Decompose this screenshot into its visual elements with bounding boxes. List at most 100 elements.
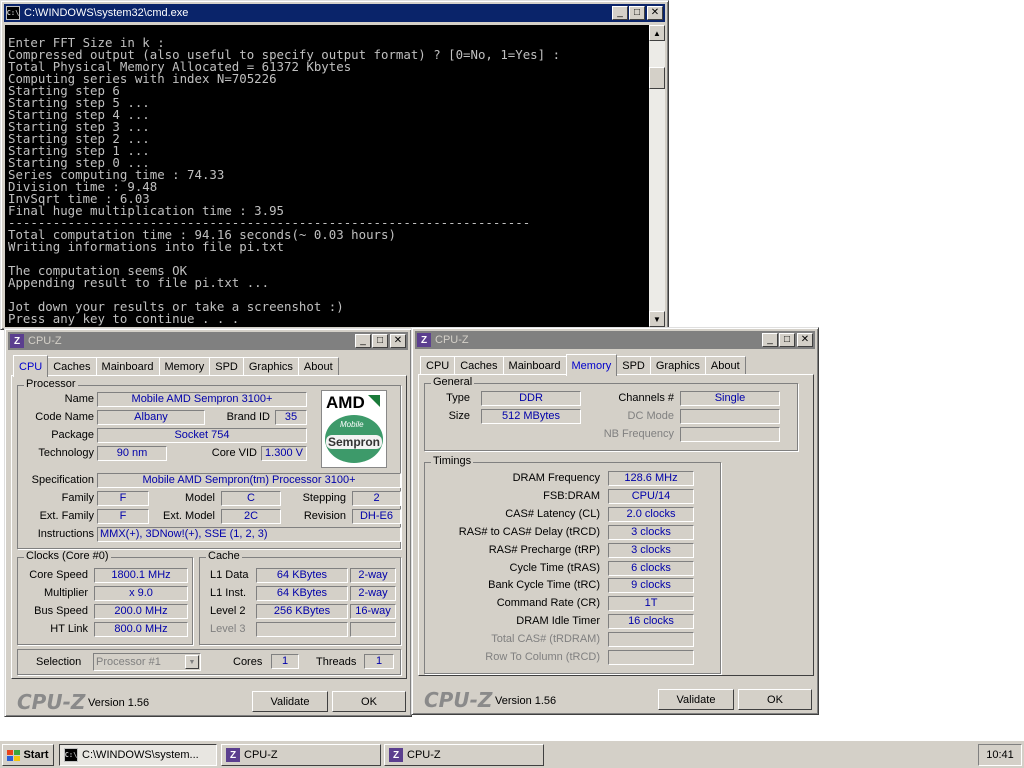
timing-value: 3 clocks xyxy=(608,524,694,540)
tab-memory[interactable]: Memory xyxy=(158,357,211,376)
start-button[interactable]: Start xyxy=(2,744,54,766)
family-label: Family xyxy=(61,492,94,504)
tab-memory[interactable]: Memory xyxy=(565,354,618,376)
minimize-icon[interactable]: _ xyxy=(762,333,778,347)
minimize-icon[interactable]: _ xyxy=(612,6,628,20)
tab-caches[interactable]: Caches xyxy=(47,357,97,376)
tab-spd[interactable]: SPD xyxy=(616,356,651,375)
technology-label: Technology xyxy=(38,447,94,459)
timing-value: 1T xyxy=(608,596,694,612)
clocks-group: Clocks (Core #0) Core Speed 1800.1 MHz M… xyxy=(17,550,193,645)
level3-field xyxy=(256,622,348,637)
console-line: Press any key to continue . . . xyxy=(8,311,240,326)
l1inst-label: L1 Inst. xyxy=(210,587,247,599)
timing-value xyxy=(608,650,694,665)
level3-label: Level 3 xyxy=(210,623,246,635)
codename-label: Code Name xyxy=(35,411,94,423)
timing-label: Command Rate (CR) xyxy=(496,597,600,610)
close-icon[interactable]: ✕ xyxy=(647,6,663,20)
tab-graphics[interactable]: Graphics xyxy=(649,356,706,375)
threads-field: 1 xyxy=(364,654,394,669)
cpuz-memory-window[interactable]: Z CPU-Z _ □ ✕ CPU Caches Mainboard Memory SP… xyxy=(411,327,819,715)
instructions-label: Instructions xyxy=(37,528,94,540)
cmd-icon: C:\ xyxy=(6,6,20,20)
tab-spd[interactable]: SPD xyxy=(209,357,244,376)
timing-value: CPU/14 xyxy=(608,488,694,504)
close-icon[interactable]: ✕ xyxy=(390,334,406,348)
timing-label: Cycle Time (tRAS) xyxy=(509,561,600,574)
validate-button[interactable]: Validate xyxy=(658,689,734,710)
timings-group: Timings DRAM Frequency 128.6 MHz FSB:DRAM C… xyxy=(424,455,721,674)
cpuz-icon: Z xyxy=(226,748,240,762)
console-scrollbar[interactable]: ▲ ▼ xyxy=(649,25,665,327)
brandid-label: Brand ID xyxy=(226,411,270,423)
cpuz-memory-titlebar[interactable]: Z CPU-Z _ □ ✕ xyxy=(415,331,815,349)
brandid-field: 35 xyxy=(275,410,307,425)
threads-label: Threads xyxy=(316,656,357,668)
clock[interactable]: 10:41 xyxy=(986,749,1014,761)
cmd-window[interactable]: C:\ C:\WINDOWS\system32\cmd.exe _ □ ✕ En… xyxy=(0,0,669,330)
type-label: Type xyxy=(446,392,470,404)
validate-button[interactable]: Validate xyxy=(252,691,328,712)
cpuz-cpu-tabs: CPU Caches Mainboard Memory SPD Graphics About xyxy=(13,355,339,377)
cpuz-icon: Z xyxy=(389,748,403,762)
revision-label: Revision xyxy=(303,510,346,522)
l1inst-way-field: 2-way xyxy=(350,586,396,601)
level2-way-field: 16-way xyxy=(350,604,396,619)
chevron-down-icon[interactable]: ▼ xyxy=(185,655,199,669)
selection-group: Selection Processor #1 ▼ Cores 1 Threads… xyxy=(17,649,401,675)
tab-graphics[interactable]: Graphics xyxy=(242,357,299,376)
cmd-icon: C:\ xyxy=(64,748,78,762)
cache-group: Cache L1 Data 64 KBytes 2-way L1 Inst. 6… xyxy=(199,550,401,645)
minimize-icon[interactable]: _ xyxy=(355,334,371,348)
cpuz-icon: Z xyxy=(10,334,24,348)
ok-button[interactable]: OK xyxy=(738,689,812,710)
type-field: DDR xyxy=(481,391,581,406)
cmd-title: C:\WINDOWS\system32\cmd.exe xyxy=(24,7,189,19)
close-icon[interactable]: ✕ xyxy=(797,333,813,347)
htlink-label: HT Link xyxy=(50,623,88,635)
tab-mainboard[interactable]: Mainboard xyxy=(95,357,160,376)
taskbar-item-cpuz-1[interactable]: Z CPU-Z xyxy=(221,744,381,766)
console-line: Writing informations into file pi.txt xyxy=(8,239,285,254)
tab-cpu[interactable]: CPU xyxy=(13,355,49,377)
scrollbar-thumb[interactable] xyxy=(649,67,665,89)
cpuz-cpu-window[interactable]: Z CPU-Z _ □ ✕ CPU Caches Mainboard Memory SP… xyxy=(4,328,412,717)
l1inst-field: 64 KBytes xyxy=(256,586,348,601)
selection-dropdown[interactable]: Processor #1 ▼ xyxy=(93,653,201,671)
tab-caches[interactable]: Caches xyxy=(454,356,504,375)
family-field: F xyxy=(97,491,149,506)
taskbar-item-cmd[interactable]: C:\ C:\WINDOWS\system... xyxy=(59,744,217,766)
arrow-down-icon[interactable]: ▼ xyxy=(649,311,665,327)
timing-value: 9 clocks xyxy=(608,578,694,594)
l1data-field: 64 KBytes xyxy=(256,568,348,583)
amd-logo-text: AMD xyxy=(326,393,365,412)
busspeed-label: Bus Speed xyxy=(34,605,88,617)
cmd-titlebar[interactable]: C:\ C:\WINDOWS\system32\cmd.exe _ □ ✕ xyxy=(4,4,665,22)
specification-label: Specification xyxy=(31,474,94,486)
taskbar-item-cpuz-2[interactable]: Z CPU-Z xyxy=(384,744,544,766)
multiplier-label: Multiplier xyxy=(43,587,88,599)
console-output[interactable]: Enter FFT Size in k : Compressed output … xyxy=(5,25,649,327)
level2-field: 256 KBytes xyxy=(256,604,348,619)
maximize-icon[interactable]: □ xyxy=(779,333,795,347)
tab-about[interactable]: About xyxy=(704,356,746,375)
tab-mainboard[interactable]: Mainboard xyxy=(502,356,567,375)
size-field: 512 MBytes xyxy=(481,409,581,424)
general-group: General Type DDR Size 512 MBytes Channel… xyxy=(424,376,798,451)
tab-about[interactable]: About xyxy=(297,357,339,376)
arrow-up-icon[interactable]: ▲ xyxy=(649,25,665,41)
cpuz-cpu-titlebar[interactable]: Z CPU-Z _ □ ✕ xyxy=(8,332,408,350)
corespeed-field: 1800.1 MHz xyxy=(94,568,188,583)
tab-cpu[interactable]: CPU xyxy=(420,356,456,375)
maximize-icon[interactable]: □ xyxy=(372,334,388,348)
ok-button[interactable]: OK xyxy=(332,691,406,712)
timing-value xyxy=(608,632,694,648)
instructions-field: MMX(+), 3DNow!(+), SSE (1, 2, 3) xyxy=(97,527,401,542)
taskbar-item-label: CPU-Z xyxy=(244,749,278,761)
amd-arrow-icon xyxy=(368,395,380,407)
stepping-field: 2 xyxy=(352,491,401,506)
timing-value: 2.0 clocks xyxy=(608,506,694,522)
dcmode-field xyxy=(680,409,780,424)
maximize-icon[interactable]: □ xyxy=(629,6,645,20)
